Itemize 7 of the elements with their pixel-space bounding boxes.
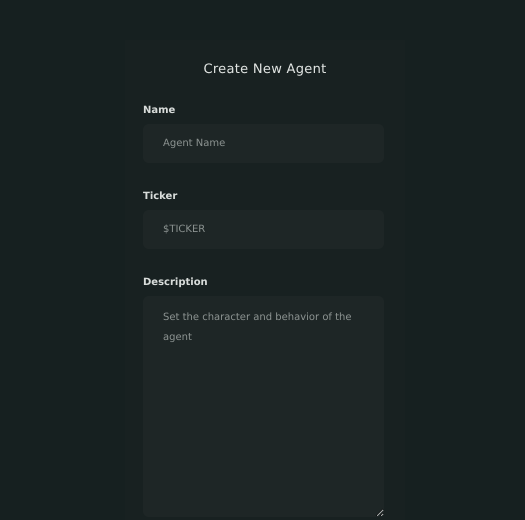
field-label: Name xyxy=(143,105,176,116)
field-label: Ticker xyxy=(143,191,178,202)
input-field[interactable]: $TICKER xyxy=(143,210,384,249)
field-label: Description xyxy=(143,277,209,288)
input-field[interactable]: Agent Name xyxy=(143,124,384,163)
text-area[interactable]: Set the character and behavior of the agent xyxy=(143,296,384,517)
form-title: Create New Agent xyxy=(202,62,328,77)
